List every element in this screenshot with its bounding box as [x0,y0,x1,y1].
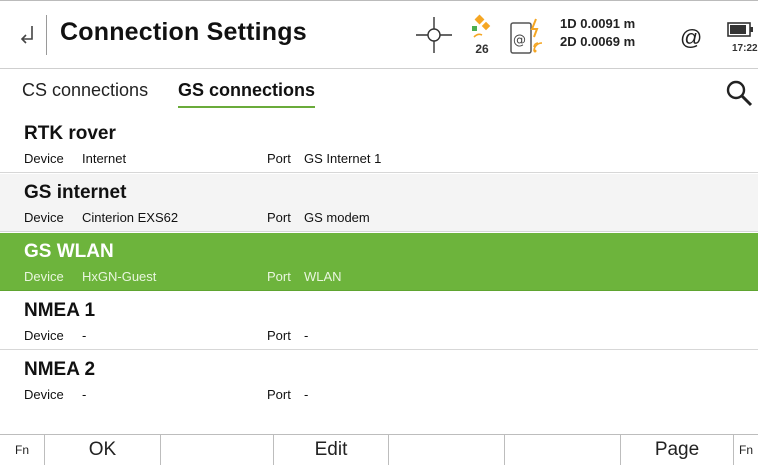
port-value: GS Internet 1 [304,151,382,166]
list-item-gs-wlan[interactable]: GS WLAN Device HxGN-Guest Port WLAN [0,233,758,291]
battery-status[interactable]: 17:22 [726,15,758,59]
softkey-f2[interactable] [161,435,274,465]
list-item-nmea-2[interactable]: NMEA 2 Device - Port - [0,351,758,409]
tab-bar: CS connections GS connections [0,69,758,113]
connection-name: GS WLAN [24,241,114,262]
search-button[interactable] [724,78,754,108]
crosshair-icon [416,17,452,53]
accuracy-readout: 1D 0.0091 m 2D 0.0069 m [560,15,635,51]
softkey-f5[interactable] [505,435,621,465]
ok-button[interactable]: OK [45,435,161,465]
connection-name: NMEA 1 [24,300,96,321]
accuracy-1d: 1D 0.0091 m [560,16,636,31]
fn-button-right[interactable]: Fn [734,435,758,465]
port-label: Port [267,269,291,284]
title-bar: Connection Settings 26 @ 1D 0.0091 m 2D … [0,1,758,69]
device-status-icon: @ [510,18,543,54]
page-title: Connection Settings [60,18,307,46]
device-label: Device [24,210,64,225]
connection-name: GS internet [24,182,127,203]
satellite-count: 26 [475,42,489,56]
port-value: - [304,328,309,343]
device-value: HxGN-Guest [82,269,157,284]
port-label: Port [267,328,291,343]
device-label: Device [24,151,64,166]
clock: 17:22 [732,43,758,54]
tab-gs-connections[interactable]: GS connections [178,80,316,108]
crosshair-button[interactable] [414,15,454,55]
device-value: - [82,387,87,402]
list-item-gs-internet[interactable]: GS internet Device Cinterion EXS62 Port … [0,174,758,232]
app-window: Connection Settings 26 @ 1D 0.0091 m 2D … [0,0,758,465]
search-icon [726,80,753,107]
back-button[interactable] [14,19,42,49]
connection-name: NMEA 2 [24,359,96,380]
edit-button[interactable]: Edit [274,435,389,465]
header-divider [46,15,47,55]
list-item-rtk-rover[interactable]: RTK rover Device Internet Port GS Intern… [0,115,758,173]
port-value: WLAN [304,269,342,284]
fn-button-left[interactable]: Fn [0,435,45,465]
list-item-nmea-1[interactable]: NMEA 1 Device - Port - [0,292,758,350]
connection-name: RTK rover [24,123,116,144]
port-label: Port [267,387,291,402]
svg-text:@: @ [513,33,526,48]
device-value: Internet [82,151,127,166]
device-value: - [82,328,87,343]
satellite-status[interactable]: 26 [466,13,498,59]
port-label: Port [267,151,291,166]
battery-icon [727,22,753,37]
tab-cs-connections[interactable]: CS connections [22,80,148,101]
softkey-bar: Fn OK Edit Page Fn [0,434,758,465]
satellite-icon [472,14,491,38]
device-status[interactable]: @ [508,17,550,57]
device-value: Cinterion EXS62 [82,210,179,225]
port-label: Port [267,210,291,225]
port-value: - [304,387,309,402]
device-label: Device [24,328,64,343]
port-value: GS modem [304,210,370,225]
page-button[interactable]: Page [621,435,734,465]
device-label: Device [24,269,64,284]
device-label: Device [24,387,64,402]
softkey-f4[interactable] [389,435,505,465]
accuracy-2d: 2D 0.0069 m [560,34,636,49]
internet-status[interactable]: @ [680,25,702,51]
back-arrow-icon [20,26,33,44]
